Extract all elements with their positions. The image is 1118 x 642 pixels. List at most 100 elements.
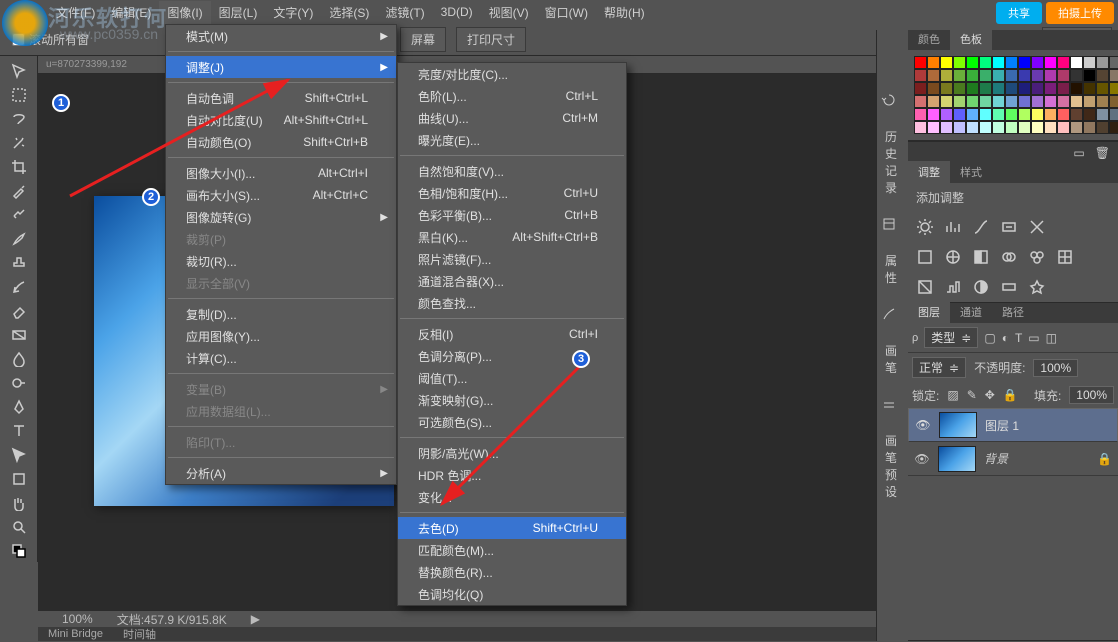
swatch[interactable] <box>1057 121 1070 134</box>
history-brush-tool[interactable] <box>7 276 31 298</box>
mi-brightness[interactable]: 亮度/对比度(C)... <box>398 63 626 85</box>
swatch[interactable] <box>979 95 992 108</box>
swatches-grid[interactable] <box>914 56 1112 134</box>
swatch[interactable] <box>1005 56 1018 69</box>
mi-selcolor[interactable]: 可选颜色(S)... <box>398 411 626 433</box>
pen-tool[interactable] <box>7 396 31 418</box>
adj-exposure-icon[interactable] <box>1000 218 1018 236</box>
swatch[interactable] <box>1018 69 1031 82</box>
mi-canvassize[interactable]: 画布大小(S)...Alt+Ctrl+C <box>166 184 396 206</box>
lock-pixel-icon[interactable]: ✎ <box>967 388 977 402</box>
stamp-tool[interactable] <box>7 252 31 274</box>
swatch[interactable] <box>992 108 1005 121</box>
swatch[interactable] <box>1031 108 1044 121</box>
swatch[interactable] <box>1070 108 1083 121</box>
swatch[interactable] <box>1018 56 1031 69</box>
swatch[interactable] <box>953 82 966 95</box>
adj-photofilter-icon[interactable] <box>1000 248 1018 266</box>
swatch[interactable] <box>940 56 953 69</box>
menu-filter[interactable]: 滤镜(T) <box>377 1 432 24</box>
swatch[interactable] <box>1057 56 1070 69</box>
swatch[interactable] <box>966 95 979 108</box>
mi-hdr[interactable]: HDR 色调... <box>398 464 626 486</box>
zoom-value[interactable]: 100% <box>62 612 93 626</box>
swatch[interactable] <box>1031 56 1044 69</box>
share-button[interactable]: 共享 <box>996 2 1042 24</box>
filter-pixel-icon[interactable]: ▢ <box>984 331 995 345</box>
adj-colbal-icon[interactable] <box>944 248 962 266</box>
mi-exposure[interactable]: 曝光度(E)... <box>398 129 626 151</box>
printsize-button[interactable]: 打印尺寸 <box>456 27 526 52</box>
swatch[interactable] <box>1083 121 1096 134</box>
mi-autotone[interactable]: 自动色调Shift+Ctrl+L <box>166 87 396 109</box>
swatch[interactable] <box>1005 108 1018 121</box>
mi-mixer[interactable]: 通道混合器(X)... <box>398 270 626 292</box>
move-tool[interactable] <box>7 60 31 82</box>
swatch[interactable] <box>1070 69 1083 82</box>
swatch[interactable] <box>992 121 1005 134</box>
visibility-icon[interactable]: 👁 <box>915 418 931 432</box>
swatch[interactable] <box>1109 56 1118 69</box>
swatch[interactable] <box>992 82 1005 95</box>
strip-history[interactable] <box>881 92 897 108</box>
swatch[interactable] <box>1005 95 1018 108</box>
mi-calculations[interactable]: 计算(C)... <box>166 347 396 369</box>
mi-duplicate[interactable]: 复制(D)... <box>166 303 396 325</box>
wand-tool[interactable] <box>7 132 31 154</box>
mi-trim[interactable]: 裁切(R)... <box>166 250 396 272</box>
mi-gradmap[interactable]: 渐变映射(G)... <box>398 389 626 411</box>
swatch[interactable] <box>966 82 979 95</box>
mi-colorlookup[interactable]: 颜色查找... <box>398 292 626 314</box>
dodge-tool[interactable] <box>7 372 31 394</box>
strip-brushpreset[interactable] <box>881 396 897 412</box>
swatch[interactable] <box>953 108 966 121</box>
strip-properties[interactable] <box>881 216 897 232</box>
eyedropper-tool[interactable] <box>7 180 31 202</box>
swatch[interactable] <box>1096 56 1109 69</box>
swatch[interactable] <box>1083 69 1096 82</box>
menu-layer[interactable]: 图层(L) <box>211 1 266 24</box>
mi-adjustments[interactable]: 调整(J)▶ <box>166 56 396 78</box>
swatch[interactable] <box>940 69 953 82</box>
mi-matchcolor[interactable]: 匹配颜色(M)... <box>398 539 626 561</box>
swatch[interactable] <box>992 69 1005 82</box>
layer-thumbnail[interactable] <box>938 446 976 472</box>
upload-button[interactable]: 拍摄上传 <box>1046 2 1114 24</box>
adj-bw-icon[interactable] <box>972 248 990 266</box>
mi-photofilter[interactable]: 照片滤镜(F)... <box>398 248 626 270</box>
adj-levels-icon[interactable] <box>944 218 962 236</box>
swatch[interactable] <box>966 121 979 134</box>
path-tool[interactable] <box>7 444 31 466</box>
filter-type-icon[interactable]: T <box>1015 331 1022 345</box>
tab-adjustments[interactable]: 调整 <box>908 161 950 183</box>
tab-timeline[interactable]: 时间轴 <box>113 626 166 642</box>
swatch[interactable] <box>1070 95 1083 108</box>
swatch[interactable] <box>1044 82 1057 95</box>
menu-view[interactable]: 视图(V) <box>481 1 537 24</box>
lock-trans-icon[interactable]: ▨ <box>947 388 958 402</box>
brush-tool[interactable] <box>7 228 31 250</box>
swatch[interactable] <box>914 82 927 95</box>
swatch[interactable] <box>1018 121 1031 134</box>
swatch[interactable] <box>1083 95 1096 108</box>
menu-type[interactable]: 文字(Y) <box>265 1 321 24</box>
blendmode-select[interactable]: 正常≑ <box>912 357 966 378</box>
type-tool[interactable] <box>7 420 31 442</box>
mi-replacecolor[interactable]: 替换颜色(R)... <box>398 561 626 583</box>
swatch[interactable] <box>927 108 940 121</box>
swatch[interactable] <box>1031 95 1044 108</box>
tab-swatches[interactable]: 色板 <box>950 28 992 50</box>
screen-button[interactable]: 屏幕 <box>400 27 446 52</box>
swatch-fgbg[interactable] <box>7 540 31 562</box>
swatch[interactable] <box>914 69 927 82</box>
mi-posterize[interactable]: 色调分离(P)... <box>398 345 626 367</box>
adj-mixer-icon[interactable] <box>1028 248 1046 266</box>
swatch[interactable] <box>966 56 979 69</box>
mi-threshold[interactable]: 阈值(T)... <box>398 367 626 389</box>
swatch[interactable] <box>1031 121 1044 134</box>
mi-applyimage[interactable]: 应用图像(Y)... <box>166 325 396 347</box>
filter-shape-icon[interactable]: ▭ <box>1028 331 1039 345</box>
adj-thresh-icon[interactable] <box>972 278 990 296</box>
adj-brightness-icon[interactable] <box>916 218 934 236</box>
eraser-tool[interactable] <box>7 300 31 322</box>
